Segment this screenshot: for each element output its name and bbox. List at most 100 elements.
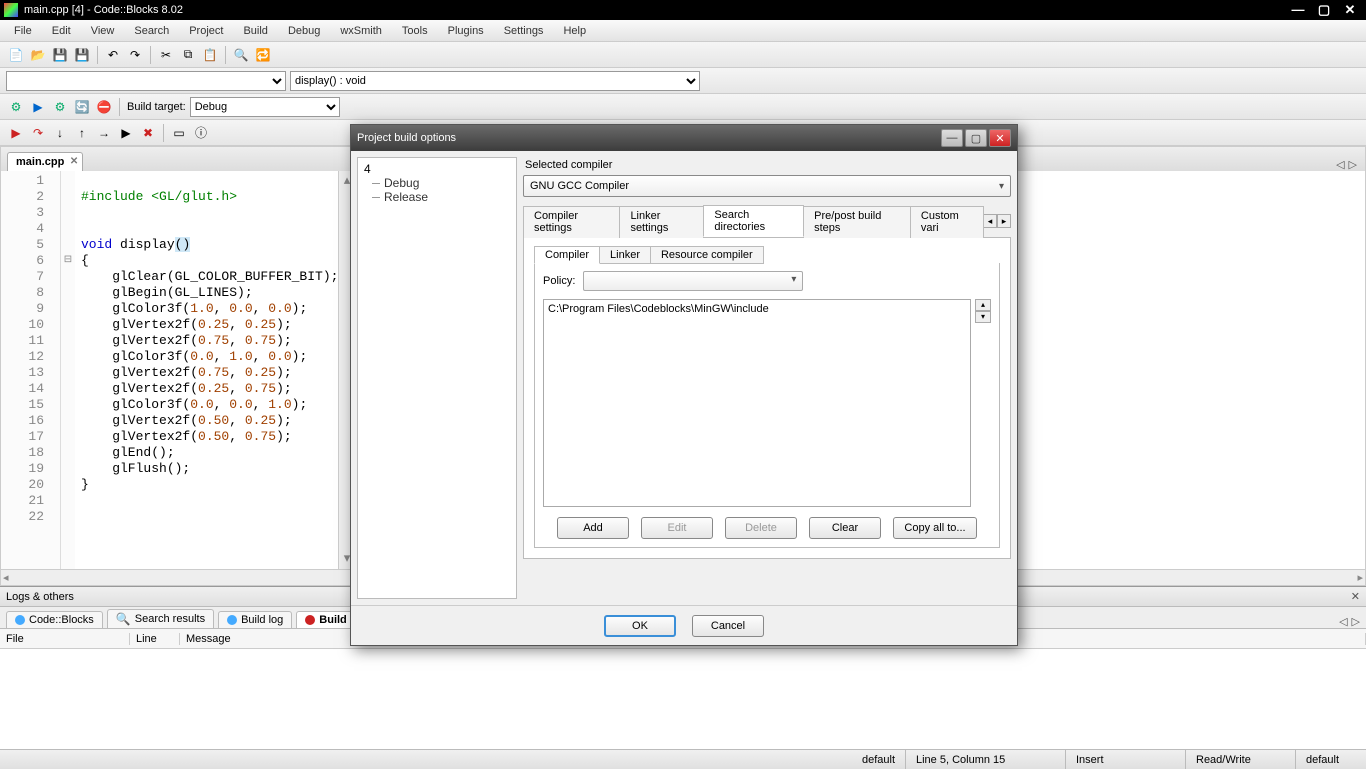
targets-tree[interactable]: 4 Debug Release	[357, 157, 517, 599]
search-icon: 🔍	[116, 612, 131, 626]
step-out-icon[interactable]: ↑	[72, 123, 92, 143]
find-icon[interactable]: 🔍	[231, 45, 251, 65]
move-down-icon[interactable]: ▾	[975, 311, 991, 323]
ok-button[interactable]: OK	[604, 615, 676, 637]
undo-icon[interactable]: ↶	[103, 45, 123, 65]
info-icon[interactable]: ⓘ	[191, 123, 211, 143]
error-dot-icon	[305, 615, 315, 625]
menu-tools[interactable]: Tools	[392, 23, 438, 39]
logtab-prev-icon[interactable]: ◁	[1339, 615, 1347, 628]
dialog-title: Project build options	[357, 132, 456, 144]
directories-listbox[interactable]: C:\Program Files\Codeblocks\MinGW\includ…	[543, 299, 971, 507]
tab-compiler-settings[interactable]: Compiler settings	[523, 206, 620, 238]
close-button[interactable]: ✕	[1338, 2, 1362, 18]
subtab-compiler[interactable]: Compiler	[534, 246, 600, 264]
menu-file[interactable]: File	[4, 23, 42, 39]
cancel-button[interactable]: Cancel	[692, 615, 764, 637]
options-tabs: Compiler settings Linker settings Search…	[523, 205, 1011, 559]
col-file[interactable]: File	[0, 633, 130, 645]
continue-icon[interactable]: ▶	[116, 123, 136, 143]
tree-root[interactable]: 4	[364, 162, 510, 176]
menu-project[interactable]: Project	[179, 23, 233, 39]
selected-compiler-combo[interactable]: GNU GCC Compiler	[523, 175, 1011, 197]
move-up-icon[interactable]: ▴	[975, 299, 991, 311]
logs-close-icon[interactable]: ✕	[1351, 590, 1360, 603]
subtab-linker[interactable]: Linker	[599, 246, 651, 264]
step-over-icon[interactable]: ↷	[28, 123, 48, 143]
title-bar: main.cpp [4] - Code::Blocks 8.02 — ▢ ✕	[0, 0, 1366, 20]
list-item[interactable]: C:\Program Files\Codeblocks\MinGW\includ…	[546, 302, 968, 316]
menu-edit[interactable]: Edit	[42, 23, 81, 39]
log-tab-buildlog[interactable]: Build log	[218, 611, 292, 628]
run-icon[interactable]: ▶	[28, 97, 48, 117]
cut-icon[interactable]: ✂	[156, 45, 176, 65]
debug-start-icon[interactable]: ▶	[6, 123, 26, 143]
menu-plugins[interactable]: Plugins	[438, 23, 494, 39]
close-tab-icon[interactable]: ✕	[70, 156, 78, 167]
window-title: main.cpp [4] - Code::Blocks 8.02	[24, 4, 183, 16]
tab-custom-vars[interactable]: Custom vari	[910, 206, 984, 238]
paste-icon[interactable]: 📋	[200, 45, 220, 65]
menu-build[interactable]: Build	[233, 23, 277, 39]
build-target-combo[interactable]: Debug	[190, 97, 340, 117]
log-grid-body	[0, 649, 1366, 749]
edit-button[interactable]: Edit	[641, 517, 713, 539]
dialog-close-icon[interactable]: ✕	[989, 129, 1011, 147]
log-tab-codeblocks[interactable]: Code::Blocks	[6, 611, 103, 628]
function-combo[interactable]: display() : void	[290, 71, 700, 91]
copy-all-button[interactable]: Copy all to...	[893, 517, 977, 539]
toolbar-build: ⚙ ▶ ⚙ 🔄 ⛔ Build target: Debug	[0, 94, 1366, 120]
tab-prev-icon[interactable]: ◁	[1336, 158, 1344, 171]
window-controls: — ▢ ✕	[1286, 2, 1362, 18]
log-tab-buildmsg[interactable]: Build	[296, 611, 356, 628]
subtab-resource[interactable]: Resource compiler	[650, 246, 764, 264]
menu-debug[interactable]: Debug	[278, 23, 330, 39]
save-all-icon[interactable]: 💾	[72, 45, 92, 65]
dialog-titlebar[interactable]: Project build options — ▢ ✕	[351, 125, 1017, 151]
stop-debug-icon[interactable]: ✖	[138, 123, 158, 143]
menu-search[interactable]: Search	[124, 23, 179, 39]
tree-item-debug[interactable]: Debug	[364, 176, 510, 190]
toolbar-scope: display() : void	[0, 68, 1366, 94]
next-line-icon[interactable]: →	[94, 123, 114, 143]
clear-button[interactable]: Clear	[809, 517, 881, 539]
abort-icon[interactable]: ⛔	[94, 97, 114, 117]
col-line[interactable]: Line	[130, 633, 180, 645]
scope-combo[interactable]	[6, 71, 286, 91]
tab-scroll-right-icon[interactable]: ▸	[997, 214, 1011, 228]
redo-icon[interactable]: ↷	[125, 45, 145, 65]
menu-settings[interactable]: Settings	[494, 23, 554, 39]
step-into-icon[interactable]: ↓	[50, 123, 70, 143]
tab-prepost-build[interactable]: Pre/post build steps	[803, 206, 911, 238]
menu-view[interactable]: View	[81, 23, 125, 39]
tab-scroll-left-icon[interactable]: ◂	[983, 214, 997, 228]
menu-help[interactable]: Help	[553, 23, 596, 39]
build-target-label: Build target:	[127, 101, 186, 113]
log-tab-search[interactable]: 🔍Search results	[107, 609, 214, 628]
copy-icon[interactable]: ⧉	[178, 45, 198, 65]
new-file-icon[interactable]: 📄	[6, 45, 26, 65]
open-file-icon[interactable]: 📂	[28, 45, 48, 65]
debug-windows-icon[interactable]: ▭	[169, 123, 189, 143]
dialog-minimize-icon[interactable]: —	[941, 129, 963, 147]
logtab-next-icon[interactable]: ▷	[1352, 615, 1360, 628]
build-icon[interactable]: ⚙	[6, 97, 26, 117]
dialog-maximize-icon[interactable]: ▢	[965, 129, 987, 147]
file-tab-main[interactable]: main.cpp ✕	[7, 152, 83, 171]
tab-linker-settings[interactable]: Linker settings	[619, 206, 704, 238]
tab-search-directories[interactable]: Search directories	[703, 205, 804, 237]
status-readwrite: Read/Write	[1186, 750, 1296, 769]
build-run-icon[interactable]: ⚙	[50, 97, 70, 117]
policy-combo[interactable]	[583, 271, 803, 291]
tab-next-icon[interactable]: ▷	[1349, 158, 1357, 171]
rebuild-icon[interactable]: 🔄	[72, 97, 92, 117]
add-button[interactable]: Add	[557, 517, 629, 539]
menu-wxsmith[interactable]: wxSmith	[330, 23, 392, 39]
code-lines[interactable]: #include <GL/glut.h> void display(){ glC…	[75, 171, 338, 569]
delete-button[interactable]: Delete	[725, 517, 797, 539]
save-icon[interactable]: 💾	[50, 45, 70, 65]
maximize-button[interactable]: ▢	[1312, 2, 1336, 18]
replace-icon[interactable]: 🔁	[253, 45, 273, 65]
minimize-button[interactable]: —	[1286, 2, 1310, 18]
tree-item-release[interactable]: Release	[364, 190, 510, 204]
